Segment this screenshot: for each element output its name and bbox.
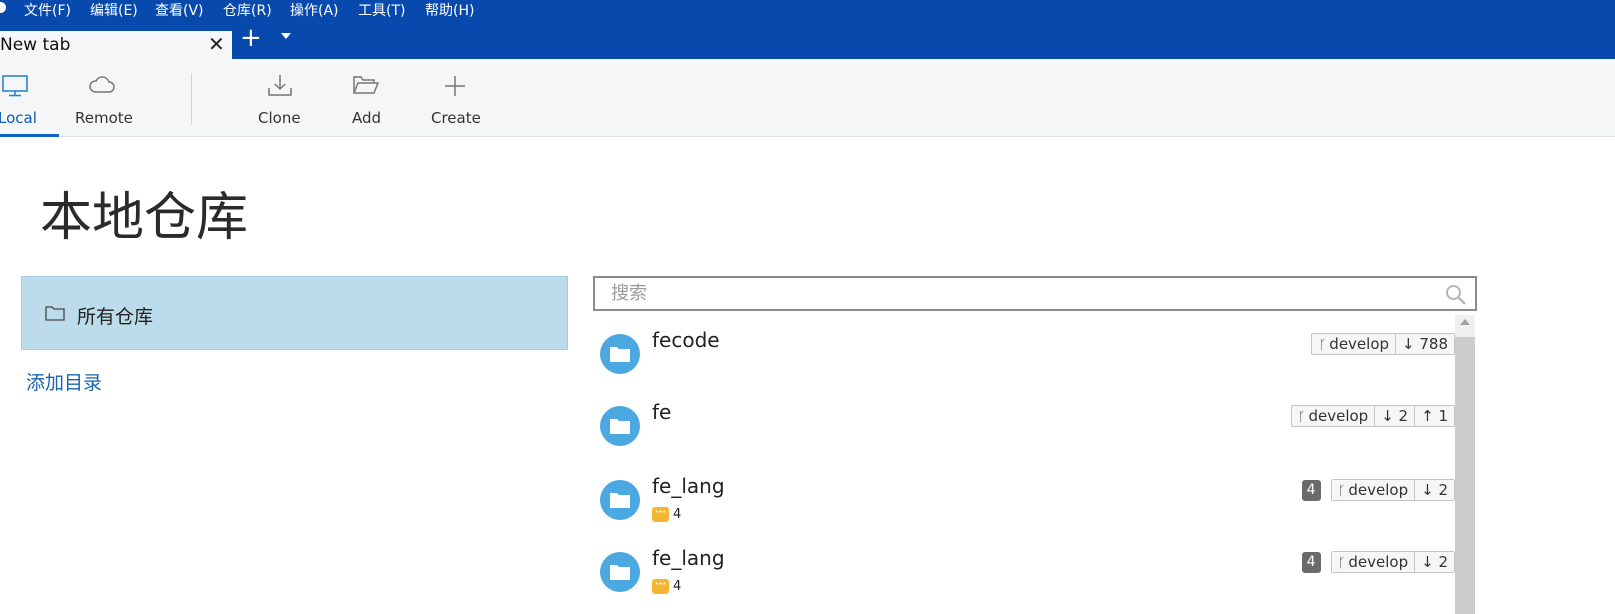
branch-name: develop xyxy=(1348,481,1409,499)
ahead-count: ↑ 1 xyxy=(1414,406,1454,426)
branch-badge: ᚴ develop xyxy=(1312,334,1395,354)
branch-icon: ᚴ xyxy=(1297,410,1306,425)
active-tab-indicator xyxy=(0,134,59,137)
monitor-icon xyxy=(2,75,28,97)
branch-status: ᚴ develop ↓ 788 xyxy=(1311,333,1455,355)
scrollbar[interactable] xyxy=(1455,315,1475,614)
folder-icon xyxy=(610,493,630,508)
changes-count-badge: 4 xyxy=(1301,551,1321,573)
branch-icon: ᚴ xyxy=(1337,556,1346,571)
stash-icon: ··· xyxy=(652,507,669,522)
scroll-up-icon[interactable] xyxy=(1460,319,1470,325)
search-icon[interactable] xyxy=(1445,284,1467,306)
remote-label: Remote xyxy=(75,109,133,127)
toolbar-divider xyxy=(191,73,192,125)
branch-badge: ᚴ develop xyxy=(1332,552,1415,572)
search-input[interactable] xyxy=(595,278,1435,309)
plus-icon[interactable]: + xyxy=(240,25,262,51)
add-label: Add xyxy=(352,109,382,127)
stash-count: 4 xyxy=(673,507,682,522)
menu-file[interactable]: 文件(F) xyxy=(24,2,71,20)
branch-status: ᚴ develop ↓ 2 xyxy=(1330,551,1455,573)
menu-view[interactable]: 查看(V) xyxy=(155,2,204,20)
app-logo-icon xyxy=(0,2,6,13)
add-directory-link[interactable]: 添加目录 xyxy=(26,368,102,395)
branch-icon: ᚴ xyxy=(1318,338,1327,353)
folder-open-icon xyxy=(352,76,380,94)
cloud-icon xyxy=(89,76,115,93)
menu-actions[interactable]: 操作(A) xyxy=(290,2,339,20)
folder-icon xyxy=(45,306,65,321)
scroll-thumb[interactable] xyxy=(1455,337,1475,614)
clone-button[interactable]: Clone xyxy=(253,59,309,137)
list-item[interactable]: fe ᚴ develop ↓ 2 ↑ 1 xyxy=(593,387,1455,461)
page-title: 本地仓库 xyxy=(40,188,249,248)
add-button[interactable]: Add xyxy=(344,59,390,137)
repository-name: fecode xyxy=(652,328,720,352)
status-badges: ᚴ develop ↓ 2 ↑ 1 xyxy=(1290,405,1455,427)
sidebar-item-all-repositories[interactable]: 所有仓库 xyxy=(21,276,568,350)
menu-bar: 文件(F) 编辑(E) 查看(V) 仓库(R) 操作(A) 工具(T) 帮助(H… xyxy=(0,0,1615,22)
list-item[interactable]: fecode ᚴ develop ↓ 788 xyxy=(593,315,1455,389)
behind-count: ↓ 2 xyxy=(1414,480,1454,500)
branch-name: develop xyxy=(1348,553,1409,571)
search-box xyxy=(593,276,1477,311)
create-button[interactable]: Create xyxy=(427,59,483,137)
menu-tools[interactable]: 工具(T) xyxy=(358,2,405,20)
repository-name: fe xyxy=(652,400,672,424)
repository-name: fe_lang xyxy=(652,474,725,498)
list-item[interactable]: fe_lang ··· 4 4 ᚴ develop ↓ 2 xyxy=(593,461,1455,535)
repository-icon xyxy=(600,334,640,374)
repository-name: fe_lang xyxy=(652,546,725,570)
behind-count: ↓ 2 xyxy=(1374,406,1414,426)
clone-label: Clone xyxy=(258,109,301,127)
menu-edit[interactable]: 编辑(E) xyxy=(90,2,138,20)
folder-icon xyxy=(610,419,630,434)
branch-badge: ᚴ develop xyxy=(1292,406,1375,426)
behind-count: ↓ 788 xyxy=(1395,334,1454,354)
download-icon xyxy=(268,75,292,96)
branch-name: develop xyxy=(1308,407,1369,425)
branch-badge: ᚴ develop xyxy=(1332,480,1415,500)
branch-icon: ᚴ xyxy=(1337,484,1346,499)
close-icon[interactable]: ✕ xyxy=(208,34,225,54)
menu-repository[interactable]: 仓库(R) xyxy=(223,2,272,20)
chevron-down-icon[interactable] xyxy=(281,33,291,39)
create-label: Create xyxy=(431,109,481,127)
stash-icon: ··· xyxy=(652,579,669,594)
local-button[interactable]: Local xyxy=(0,59,59,137)
toolbar: Local Remote Clone Add Create xyxy=(0,59,1615,137)
status-badges: 4 ᚴ develop ↓ 2 xyxy=(1301,479,1455,501)
folder-icon xyxy=(610,565,630,580)
behind-count: ↓ 2 xyxy=(1414,552,1454,572)
folder-icon xyxy=(610,347,630,362)
sidebar-item-label: 所有仓库 xyxy=(77,306,154,328)
branch-status: ᚴ develop ↓ 2 xyxy=(1330,479,1455,501)
repository-icon xyxy=(600,480,640,520)
tab-bar: New tab ✕ + xyxy=(0,22,1615,59)
remote-button[interactable]: Remote xyxy=(70,59,140,137)
local-label: Local xyxy=(0,109,37,127)
repository-icon xyxy=(600,552,640,592)
menu-help[interactable]: 帮助(H) xyxy=(425,2,474,20)
repository-icon xyxy=(600,406,640,446)
status-badges: ᚴ develop ↓ 788 xyxy=(1311,333,1455,355)
branch-name: develop xyxy=(1329,335,1390,353)
status-badges: 4 ᚴ develop ↓ 2 xyxy=(1301,551,1455,573)
tab-title: New tab xyxy=(0,35,71,55)
repository-list: fecode ᚴ develop ↓ 788 fe ᚴ develop ↓ 2 ↑ … xyxy=(593,315,1475,614)
changes-count-badge: 4 xyxy=(1301,479,1321,501)
branch-status: ᚴ develop ↓ 2 ↑ 1 xyxy=(1290,405,1455,427)
list-item[interactable]: fe_lang ··· 4 4 ᚴ develop ↓ 2 xyxy=(593,533,1455,607)
plus-icon xyxy=(445,76,465,96)
stash-count: 4 xyxy=(673,579,682,594)
tab-new[interactable]: New tab ✕ xyxy=(0,31,232,59)
